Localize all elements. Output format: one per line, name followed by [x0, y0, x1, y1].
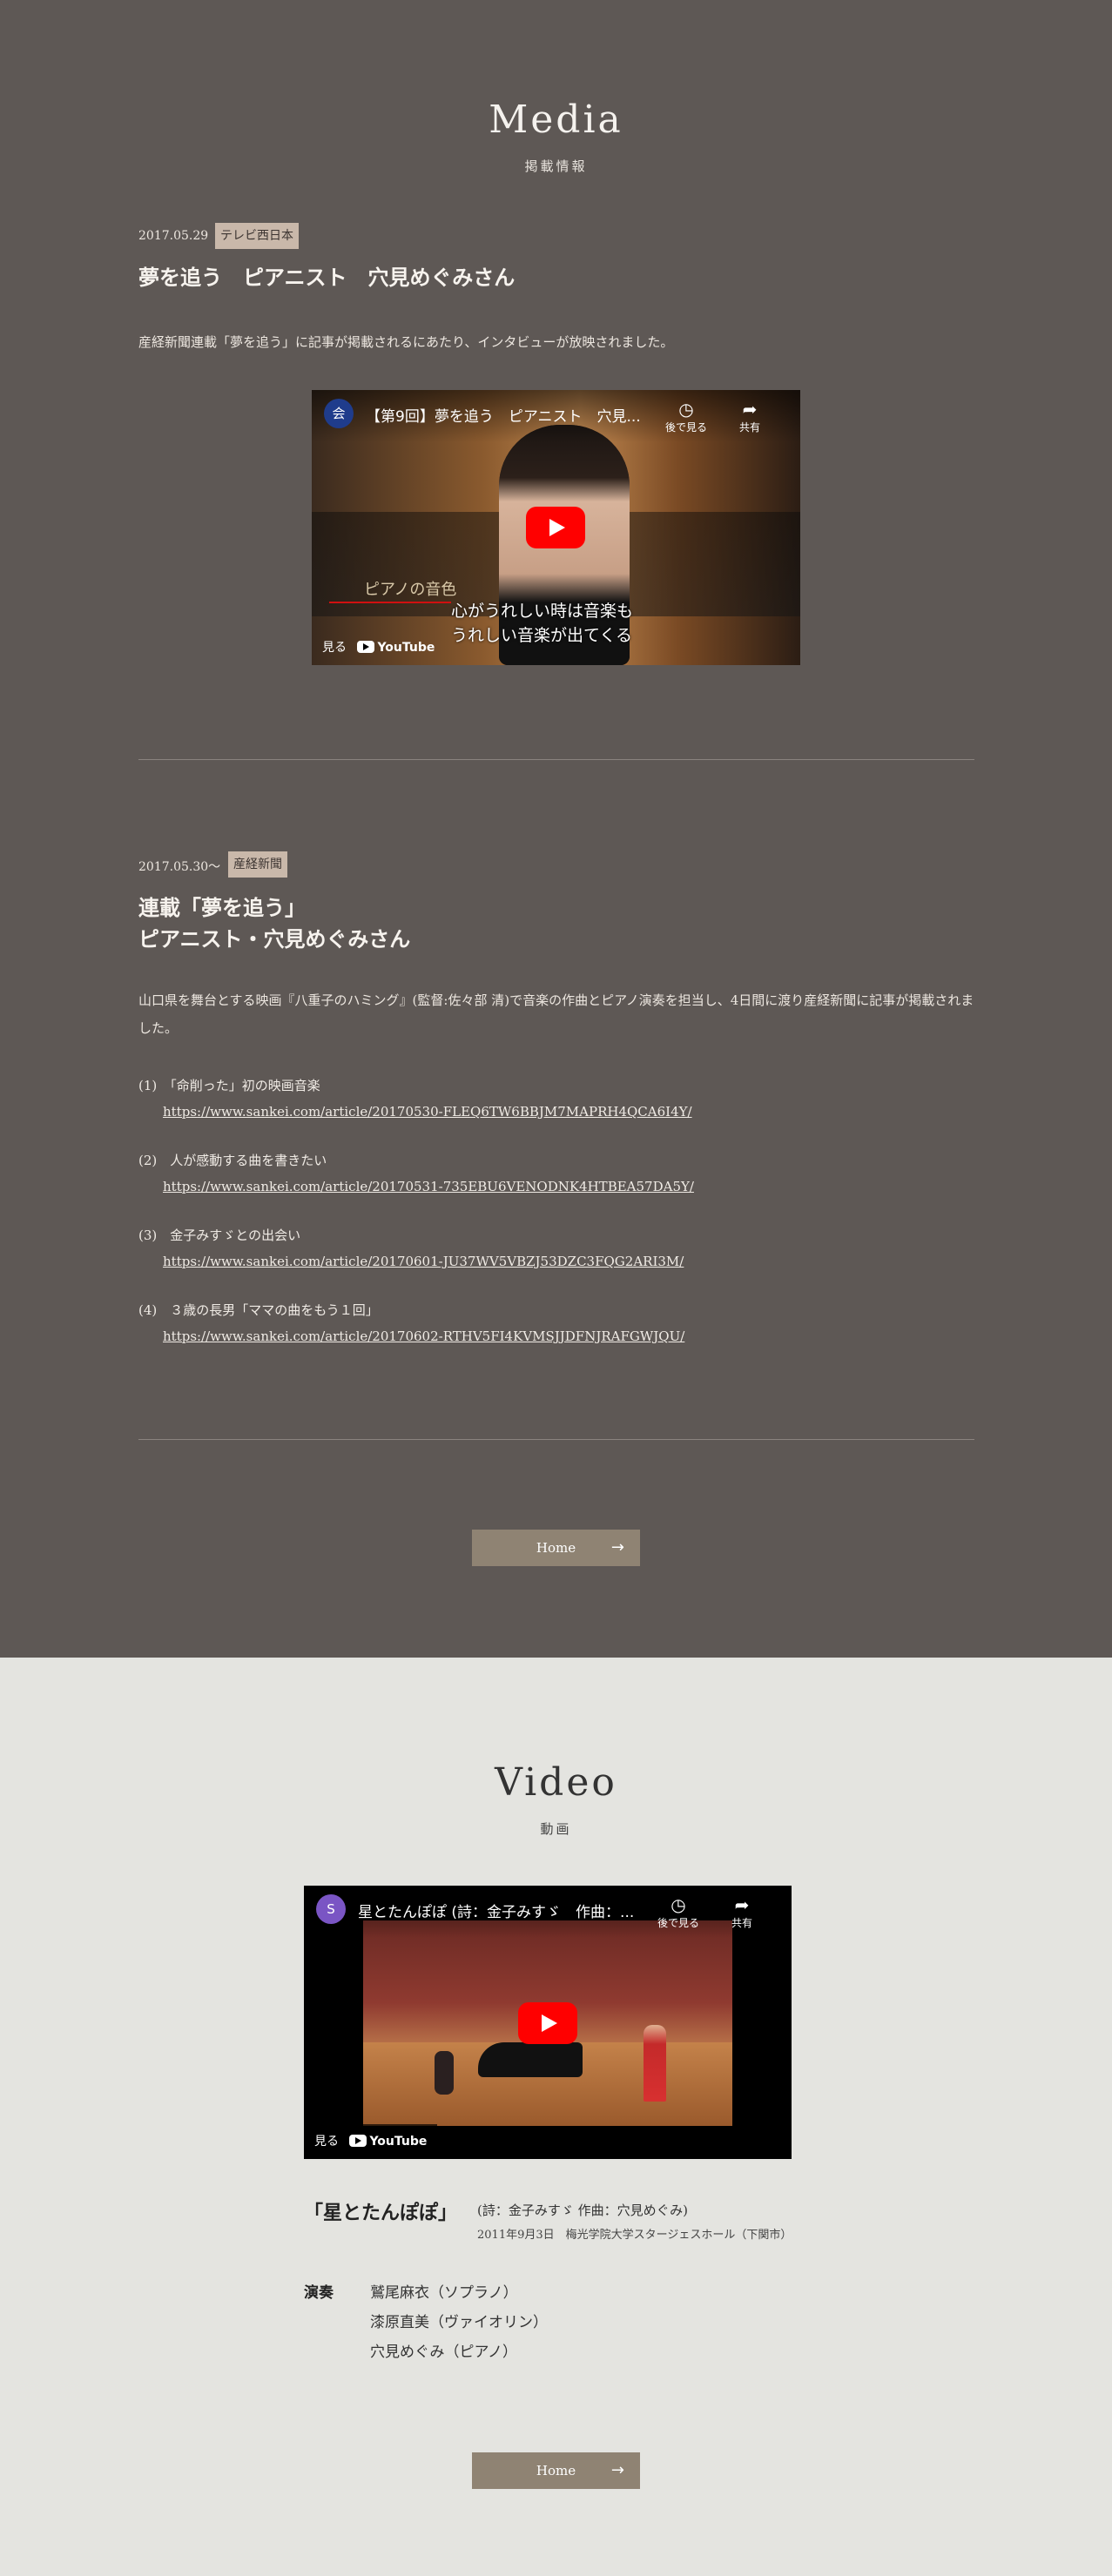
watch-on-label: 見る: [322, 641, 347, 655]
divider: [138, 759, 974, 760]
video-section-title: Video: [495, 1760, 617, 1805]
youtube-video-embed[interactable]: S 星とたんぽぽ (詩：金子みすゞ 作曲：... ◷ 後で見る ➦ 共有 見る …: [304, 1886, 792, 2159]
video-frame-piano: [478, 2042, 583, 2077]
arrow-right-icon: →: [610, 2461, 624, 2479]
entry-date: 2017.05.30〜: [138, 860, 221, 874]
youtube-play-icon: [349, 2135, 367, 2147]
performer: 漆原直美（ヴァイオリン）: [370, 2314, 548, 2331]
list-item: (4) ３歳の長男「ママの曲をもう１回」 https://www.sankei.…: [138, 1298, 974, 1373]
video-caption-label: ピアノの音色: [364, 581, 457, 599]
entry-title-line: 連載「夢を追う」: [138, 895, 306, 920]
watch-later-label: 後で見る: [664, 421, 707, 434]
performers-list: 鷲尾麻衣（ソプラノ） 漆原直美（ヴァイオリン） 穴見めぐみ（ピアノ）: [370, 2278, 548, 2367]
watch-on-youtube-button[interactable]: 見る YouTube: [304, 2124, 438, 2159]
entry-title: 連載「夢を追う」 ピアニスト・穴見めぐみさん: [138, 892, 410, 955]
video-subtitle: 心がうれしい時は音楽も うれしい音楽が出てくる: [451, 599, 633, 648]
article-list: (1) 「命削った」初の映画音楽 https://www.sankei.com/…: [138, 1073, 974, 1373]
video-frame-singer: [644, 2025, 666, 2102]
article-link[interactable]: https://www.sankei.com/article/20170530-…: [163, 1098, 974, 1126]
article-link[interactable]: https://www.sankei.com/article/20170601-…: [163, 1248, 974, 1275]
performers-label: 演奏: [304, 2284, 334, 2302]
list-item: (3) 金子みすゞとの出会い https://www.sankei.com/ar…: [138, 1223, 974, 1298]
youtube-logo: YouTube: [357, 630, 435, 665]
performer: 穴見めぐみ（ピアノ）: [370, 2344, 517, 2361]
video-title[interactable]: 星とたんぽぽ (詩：金子みすゞ 作曲：...: [358, 1900, 634, 1921]
play-button[interactable]: [526, 507, 585, 548]
list-item: (1) 「命削った」初の映画音楽 https://www.sankei.com/…: [138, 1073, 974, 1148]
song-title: 「星とたんぽぽ」: [304, 2202, 458, 2224]
article-label: (1) 「命削った」初の映画音楽: [138, 1078, 320, 1093]
clock-icon: ◷: [671, 1894, 686, 1915]
video-frame-violinist: [435, 2051, 454, 2095]
entry-title: 夢を追う ピアニスト 穴見めぐみさん: [138, 265, 516, 290]
share-icon: ➦: [734, 1894, 750, 1915]
channel-avatar[interactable]: 会: [324, 399, 354, 428]
performer: 鷲尾麻衣（ソプラノ）: [370, 2284, 518, 2302]
article-link[interactable]: https://www.sankei.com/article/20170531-…: [163, 1173, 974, 1201]
article-label: (2) 人が感動する曲を書きたい: [138, 1153, 327, 1168]
watch-later-label: 後で見る: [657, 1917, 699, 1929]
article-label: (3) 金子みすゞとの出会い: [138, 1227, 301, 1243]
song-venue: 2011年9月3日 梅光学院大学スタージェスホール（下関市）: [477, 2229, 792, 2242]
media-section: Media 掲載情報 2017.05.29 テレビ西日本 夢を追う ピアニスト …: [0, 0, 1112, 1658]
video-subtitle-line: 心がうれしい時は音楽も: [451, 602, 634, 621]
entry-title-line: ピアニスト・穴見めぐみさん: [138, 926, 411, 952]
video-red-line: [329, 602, 451, 603]
entry-text: 産経新聞連載「夢を追う」に記事が掲載されるにあたり、インタビューが放映されました…: [138, 334, 674, 350]
share-label: 共有: [731, 1917, 752, 1929]
media-title: Media: [489, 98, 623, 142]
song-credit: (詩：金子みすゞ 作曲：穴見めぐみ): [477, 2203, 688, 2218]
watch-later-button[interactable]: ◷ 後で見る: [652, 1894, 704, 1930]
youtube-logo: YouTube: [349, 2124, 427, 2159]
media-subtitle: 掲載情報: [524, 158, 588, 174]
watch-later-button[interactable]: ◷ 後で見る: [660, 399, 712, 434]
clock-icon: ◷: [678, 399, 694, 420]
share-button[interactable]: ➦ 共有: [724, 399, 776, 434]
channel-avatar[interactable]: S: [316, 1894, 346, 1924]
youtube-video-embed[interactable]: ピアノの音色 心がうれしい時は音楽も うれしい音楽が出てくる 会 【第9回】夢を…: [312, 390, 800, 665]
home-button[interactable]: Home →: [472, 1530, 640, 1566]
youtube-wordmark: YouTube: [369, 2135, 428, 2149]
watch-on-label: 見る: [314, 2135, 339, 2149]
video-subtitle-line: うれしい音楽が出てくる: [451, 626, 633, 645]
video-section-subtitle: 動画: [540, 1821, 572, 1837]
watch-on-youtube-button[interactable]: 見る YouTube: [312, 630, 445, 665]
list-item: (2) 人が感動する曲を書きたい https://www.sankei.com/…: [138, 1148, 974, 1223]
youtube-wordmark: YouTube: [377, 641, 435, 655]
entry-text: 山口県を舞台とする映画『八重子のハミング』(監督:佐々部 清)で音楽の作曲とピア…: [138, 992, 974, 1036]
arrow-right-icon: →: [610, 1538, 624, 1557]
youtube-play-icon: [357, 641, 375, 653]
article-link[interactable]: https://www.sankei.com/article/20170602-…: [163, 1322, 974, 1350]
share-button[interactable]: ➦ 共有: [716, 1894, 768, 1930]
play-button[interactable]: [518, 2002, 577, 2044]
source-tag: 産経新聞: [228, 851, 287, 878]
video-section: Video 動画 S 星とたんぽぽ (詩：金子みすゞ 作曲：... ◷ 後で見る…: [0, 1658, 1112, 2576]
entry-date: 2017.05.29: [138, 229, 209, 243]
divider: [138, 1439, 974, 1440]
share-label: 共有: [738, 421, 760, 434]
video-title[interactable]: 【第9回】夢を追う ピアニスト 穴見...: [366, 404, 641, 426]
article-label: (4) ３歳の長男「ママの曲をもう１回」: [138, 1302, 379, 1318]
source-tag: テレビ西日本: [215, 223, 299, 249]
share-icon: ➦: [742, 399, 758, 420]
home-button[interactable]: Home →: [472, 2452, 640, 2489]
